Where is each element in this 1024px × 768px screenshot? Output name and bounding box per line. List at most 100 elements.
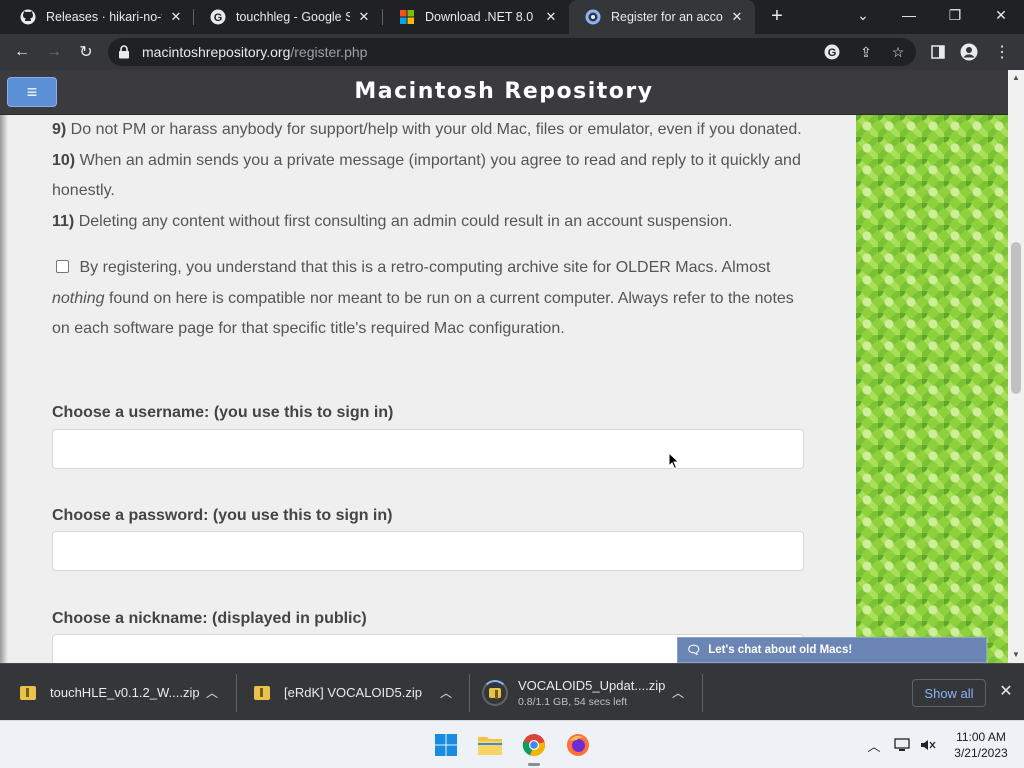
password-label: Choose a password: (you use this to sign…	[52, 507, 393, 524]
scroll-thumb[interactable]	[1011, 242, 1021, 394]
download-shelf: touchHLE_v0.1.2_W....zip ︿ [eRdK] VOCALO…	[0, 663, 1024, 720]
username-input[interactable]	[52, 429, 804, 469]
scroll-down-icon[interactable]: ▼	[1012, 650, 1020, 659]
bookmark-star-icon[interactable]: ☆	[888, 42, 908, 62]
rule-number: 10)	[52, 151, 76, 169]
clock-date: 3/21/2023	[954, 746, 1008, 760]
microsoft-icon	[399, 9, 415, 25]
scroll-up-icon[interactable]: ▲	[1012, 73, 1020, 82]
download-item[interactable]: touchHLE_v0.1.2_W....zip ︿	[20, 664, 230, 721]
chevron-up-icon[interactable]: ︿	[206, 684, 218, 701]
download-progress-ring	[482, 679, 508, 706]
forward-icon[interactable]: →	[43, 41, 65, 63]
rule-item: 9) Do not PM or harass anybody for suppo…	[52, 115, 812, 146]
system-clock[interactable]: 11:00 AM 3/21/2023	[948, 729, 1014, 761]
chat-icon: 🗨	[686, 643, 702, 657]
password-input[interactable]	[52, 531, 804, 571]
close-tab-icon[interactable]: ✕	[356, 9, 372, 25]
close-window-icon[interactable]: ✕	[978, 0, 1024, 30]
close-tab-icon[interactable]: ✕	[168, 9, 184, 25]
google-lens-icon[interactable]: G	[822, 42, 842, 62]
download-item-in-progress[interactable]: VOCALOID5_Updat....zip 0.8/1.1 GB, 54 se…	[482, 664, 696, 721]
tab-title: Releases · hikari-no-yume	[46, 10, 162, 24]
agreement: By registering, you understand that this…	[52, 253, 812, 345]
agree-checkbox[interactable]	[56, 260, 69, 273]
rule-text: Deleting any content without first consu…	[74, 212, 733, 230]
windows-start-icon[interactable]	[430, 729, 462, 761]
download-divider	[236, 674, 237, 712]
minimize-icon[interactable]: —	[886, 0, 932, 30]
rule-item: 10) When an admin sends you a private me…	[52, 146, 812, 207]
download-filename: [eRdK] VOCALOID5.zip	[284, 685, 422, 700]
close-tab-icon[interactable]: ✕	[729, 9, 745, 25]
download-filename: touchHLE_v0.1.2_W....zip	[50, 685, 200, 700]
download-item[interactable]: [eRdK] VOCALOID5.zip ︿	[254, 664, 464, 721]
download-info: VOCALOID5_Updat....zip 0.8/1.1 GB, 54 se…	[518, 678, 665, 708]
taskbar: ︿ 11:00 AM 3/21/2023	[0, 720, 1024, 768]
tab-title: Download .NET 8.0 (Linux, macOS, and Win…	[425, 10, 537, 24]
reload-icon[interactable]: ↻	[75, 41, 97, 63]
share-icon[interactable]: ⇪	[856, 42, 876, 62]
username-label: Choose a username: (you use this to sign…	[52, 404, 394, 421]
rule-number: 11)	[52, 212, 75, 230]
volume-muted-icon[interactable]	[918, 735, 938, 755]
google-icon: G	[210, 9, 226, 25]
site-header: ≡ Macintosh Repository	[0, 70, 1008, 115]
download-status: 0.8/1.1 GB, 54 secs left	[518, 695, 628, 708]
rule-number: 9)	[52, 121, 67, 138]
url-path: /register.php	[290, 44, 368, 60]
site-title: Macintosh Repository	[354, 79, 654, 104]
tab-strip: Releases · hikari-no-yume ✕ G touchhleg …	[0, 0, 1024, 34]
rule-text: Do not PM or harass anybody for support/…	[66, 121, 802, 138]
chrome-icon[interactable]	[518, 729, 550, 766]
rules-content: 9) Do not PM or harass anybody for suppo…	[52, 115, 812, 345]
rule-text: When an admin sends you a private messag…	[52, 151, 801, 200]
decorative-side-pattern	[856, 115, 1008, 663]
chat-widget-button[interactable]: 🗨 Let's chat about old Macs!	[677, 637, 987, 663]
firefox-icon[interactable]	[562, 729, 594, 761]
tab-dotnet[interactable]: Download .NET 8.0 (Linux, macOS, and Win…	[383, 0, 569, 34]
tab-register[interactable]: Register for an account ✕	[569, 0, 755, 34]
chevron-up-icon[interactable]: ︿	[672, 684, 684, 701]
tab-title: Register for an account	[611, 10, 723, 24]
close-shelf-icon[interactable]: ✕	[996, 682, 1016, 702]
side-panel-icon[interactable]	[927, 41, 949, 63]
tab-search-icon[interactable]: ⌄	[840, 0, 886, 30]
show-hidden-icons-chevron-icon[interactable]: ︿	[864, 735, 884, 755]
page-viewport: 9) Do not PM or harass anybody for suppo…	[0, 70, 1024, 663]
download-filename: VOCALOID5_Updat....zip	[518, 677, 666, 693]
zip-file-icon	[489, 687, 501, 699]
page-scrollbar[interactable]: ▲ ▼	[1008, 70, 1024, 663]
back-icon[interactable]: ←	[11, 41, 33, 63]
file-explorer-icon[interactable]	[474, 729, 506, 761]
new-tab-button[interactable]: +	[766, 6, 788, 28]
show-all-button[interactable]: Show all	[912, 679, 986, 707]
lock-icon[interactable]	[118, 45, 130, 59]
agreement-emphasis: nothing	[52, 289, 105, 307]
svg-text:G: G	[214, 12, 223, 24]
rule-item: 11) Deleting any content without first c…	[52, 207, 812, 238]
url-host: macintoshrepository.org	[142, 44, 291, 60]
clock-time: 11:00 AM	[956, 730, 1006, 744]
tab-title: touchhleg - Google Search	[236, 10, 350, 24]
zip-file-icon	[20, 685, 36, 700]
chat-widget-label: Let's chat about old Macs!	[708, 644, 853, 656]
more-menu-icon[interactable]: ⋮	[991, 41, 1013, 63]
download-divider	[469, 674, 470, 712]
left-shadow	[0, 115, 8, 663]
address-bar[interactable]: macintoshrepository.org/register.php G ⇪…	[108, 38, 916, 66]
network-icon[interactable]	[892, 735, 912, 755]
download-divider	[702, 674, 703, 712]
github-icon	[20, 9, 36, 25]
browser-toolbar: ← → ↻ macintoshrepository.org/register.p…	[0, 34, 1024, 70]
profile-icon[interactable]	[958, 41, 980, 63]
tab-google-search[interactable]: G touchhleg - Google Search ✕	[194, 0, 382, 34]
close-tab-icon[interactable]: ✕	[543, 9, 559, 25]
chevron-up-icon[interactable]: ︿	[440, 684, 452, 701]
zip-file-icon	[254, 685, 270, 700]
restore-icon[interactable]: ❐	[932, 0, 978, 30]
agreement-text: By registering, you understand that this…	[75, 259, 771, 276]
svg-text:G: G	[828, 47, 837, 59]
macintosh-repository-icon	[585, 9, 601, 25]
tab-releases[interactable]: Releases · hikari-no-yume ✕	[4, 0, 194, 34]
